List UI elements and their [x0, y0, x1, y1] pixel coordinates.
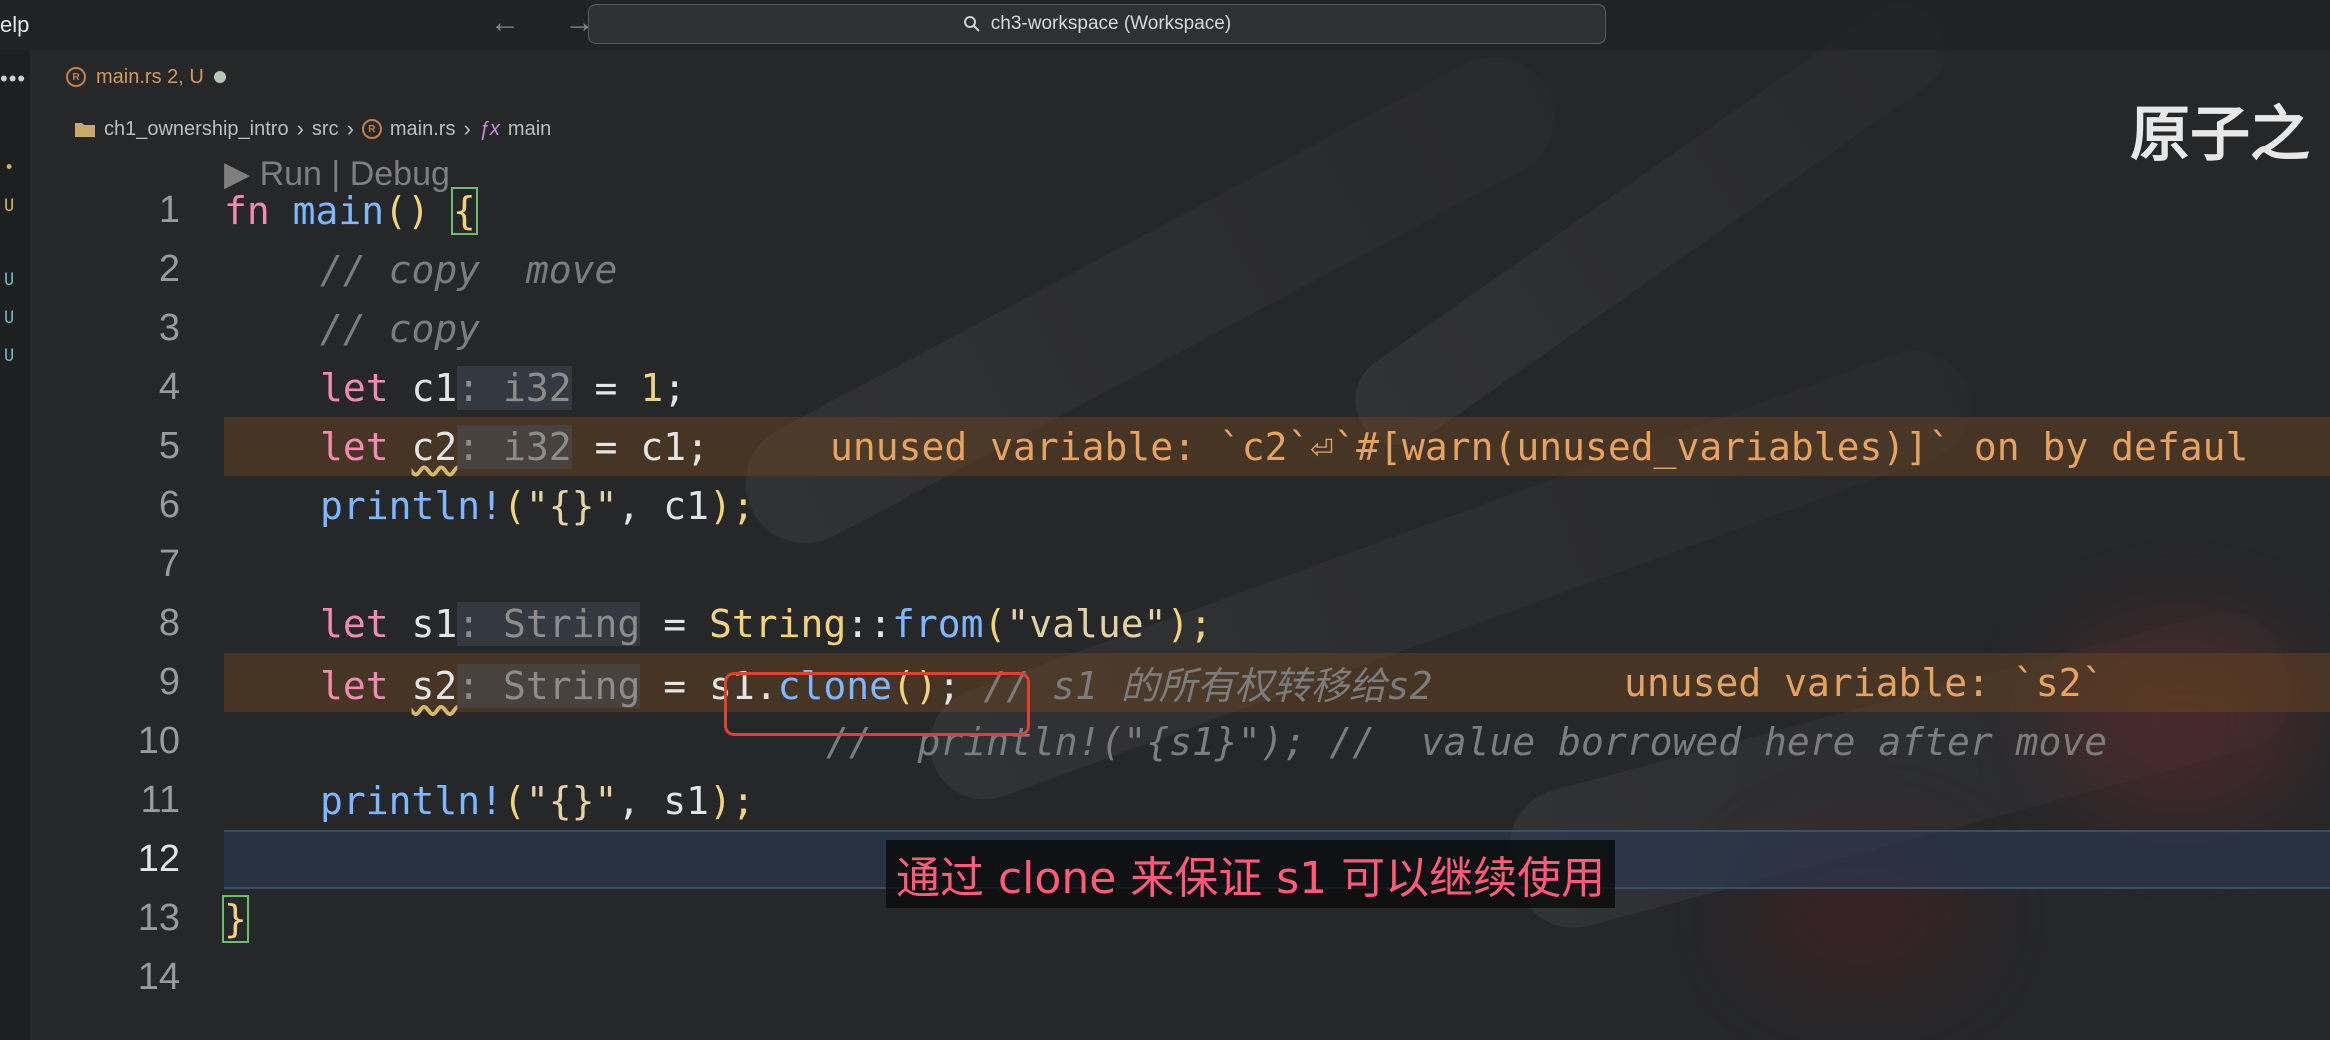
- code-line: 2 // copy move: [0, 240, 2330, 299]
- inline-warning: unused variable: `c2`⏎`#[warn(unused_var…: [830, 424, 2249, 469]
- code-line: 4 let c1: i32 = 1;: [0, 358, 2330, 417]
- breadcrumb: ch1_ownership_intro › src › R main.rs › …: [74, 116, 551, 142]
- code-line: 3 // copy: [0, 299, 2330, 358]
- workspace-name: ch3-workspace (Workspace): [990, 13, 1232, 34]
- video-subtitle: 通过 clone 来保证 s1 可以继续使用: [886, 840, 1616, 908]
- breadcrumb-src[interactable]: src: [312, 118, 339, 141]
- function-icon: ƒx: [478, 117, 500, 140]
- line-text: let c1: i32 = 1;: [320, 365, 687, 410]
- code-line: 11 println!("{}", s1);: [0, 771, 2330, 830]
- line-number: 3: [158, 307, 180, 349]
- type-inlay-hint: : i32: [457, 424, 572, 469]
- warning-line: 9 let s2: String = s1.clone(); // s1 的所有…: [159, 653, 2330, 712]
- code-line: 7: [0, 535, 2330, 594]
- rust-file-icon: R: [361, 119, 382, 139]
- line-number: 6: [158, 484, 180, 526]
- breadcrumb-file[interactable]: main.rs: [390, 118, 456, 141]
- line-text: let c2: i32 = c1;: [320, 424, 709, 469]
- type-inlay-hint: : String: [457, 664, 641, 708]
- chevron-right-icon: ›: [463, 116, 471, 141]
- folder-icon: [75, 123, 95, 137]
- line-number: 4: [158, 366, 180, 408]
- chevron-right-icon: ›: [346, 116, 354, 141]
- type-inlay-hint: : String: [457, 601, 641, 646]
- line-text: println!("{}", c1);: [320, 483, 755, 528]
- tab-label: main.rs 2, U: [96, 65, 204, 88]
- line-number: 5: [158, 425, 180, 467]
- channel-watermark: 原子之: [2130, 100, 2310, 170]
- breadcrumb-folder[interactable]: ch1_ownership_intro: [104, 118, 289, 141]
- title-bar: elp ← → ch3-workspace (Workspace): [0, 0, 2330, 50]
- search-icon: [963, 16, 980, 32]
- type-inlay-hint: : i32: [457, 365, 572, 410]
- line-number: 1: [158, 189, 180, 231]
- chevron-right-icon: ›: [296, 116, 304, 141]
- code-line: 8 let s1: String = String::from("value")…: [0, 594, 2330, 653]
- line-number: 10: [137, 720, 180, 762]
- comment: // copy: [320, 306, 481, 351]
- code-line: 1 fn main() {: [0, 181, 2330, 240]
- menu-help[interactable]: elp: [0, 12, 29, 38]
- tab-main-rs[interactable]: R main.rs 2, U: [50, 56, 242, 98]
- line-text: println!("{}", s1);: [320, 778, 755, 823]
- line-text: fn main() {: [224, 186, 478, 235]
- inline-warning: unused variable: `s2`: [1624, 660, 2105, 705]
- line-number: 12: [137, 838, 180, 880]
- line-text: let s1: String = String::from("value");: [320, 601, 1213, 646]
- unsaved-dot-icon[interactable]: [213, 71, 226, 83]
- more-actions-icon[interactable]: •••: [0, 66, 26, 92]
- line-number: 13: [137, 897, 180, 939]
- closing-brace: }: [222, 894, 249, 943]
- breadcrumb-symbol[interactable]: main: [508, 118, 551, 141]
- code-line: 10 // println!("{s1}"); // value borrowe…: [0, 712, 2330, 771]
- modified-marker: •: [4, 158, 15, 178]
- warning-line: 5 let c2: i32 = c1; unused variable: `c2…: [159, 417, 2330, 476]
- command-center-search[interactable]: ch3-workspace (Workspace): [588, 4, 1606, 44]
- code-line: 14: [0, 948, 2330, 1007]
- highlight-box: [724, 672, 1030, 736]
- code-line: 6 println!("{}", c1);: [0, 476, 2330, 535]
- line-number: 8: [158, 602, 180, 644]
- line-number: 9: [158, 661, 180, 703]
- line-number: 14: [137, 956, 180, 998]
- line-number: 2: [158, 248, 180, 290]
- rust-file-icon: R: [66, 67, 86, 87]
- line-number: 7: [158, 543, 180, 585]
- comment: // copy move: [320, 247, 618, 292]
- line-number: 11: [140, 779, 180, 821]
